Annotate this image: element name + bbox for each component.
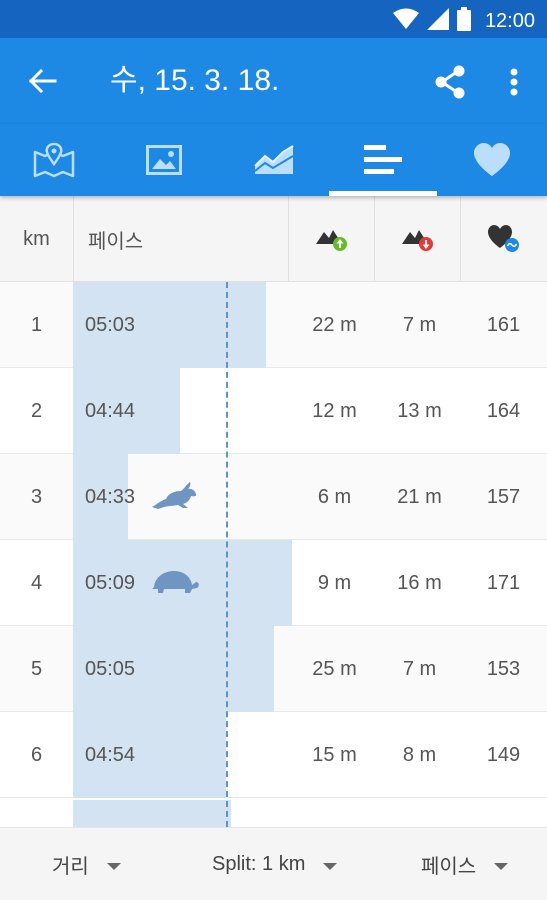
chevron-down-icon — [494, 863, 509, 870]
tab-heart-rate[interactable] — [438, 124, 546, 196]
cell-ascent: 6 m — [317, 485, 352, 508]
wifi-icon — [392, 8, 419, 35]
cell-descent: 8 m — [402, 743, 437, 766]
cell-km: 6 — [30, 743, 43, 766]
average-pace-line — [226, 282, 228, 827]
status-time: 12:00 — [484, 10, 535, 32]
tab-photos[interactable] — [110, 124, 218, 196]
cell-km: 1 — [30, 313, 43, 336]
cell-descent: 7 m — [402, 313, 437, 336]
cell-heart-rate: 149 — [486, 743, 521, 766]
cell-km: 4 — [30, 571, 43, 594]
cell-ascent: 22 m — [312, 313, 357, 336]
cell-pace: 04:44 — [85, 399, 136, 422]
share-button[interactable] — [428, 60, 472, 104]
table-row: 5 05:05 25 m 7 m 153 — [0, 626, 547, 712]
cell-heart-rate: 157 — [486, 485, 521, 508]
distance-dropdown-label: 거리 — [52, 856, 89, 878]
cell-descent: 7 m — [402, 657, 437, 680]
split-dropdown[interactable]: Split: 1 km — [212, 828, 338, 900]
cell-pace: 05:03 — [85, 313, 136, 336]
tab-map[interactable] — [0, 124, 108, 196]
cell-pace: 04:33 — [85, 485, 136, 508]
cell-descent: 16 m — [397, 571, 442, 594]
rabbit-icon — [152, 482, 197, 509]
header-descent — [374, 196, 461, 282]
cell-descent: 21 m — [397, 485, 442, 508]
header-heart-rate — [460, 196, 547, 282]
image-icon — [146, 145, 182, 175]
distance-dropdown[interactable]: 거리 — [52, 828, 121, 900]
table-row: 4 05:09 9 m 16 m 171 — [0, 540, 547, 626]
back-arrow-icon — [29, 69, 57, 93]
share-icon — [435, 65, 465, 99]
bottom-bar: 거리 Split: 1 km 페이스 — [0, 827, 547, 900]
cell-pace: 04:54 — [85, 743, 136, 766]
map-icon — [33, 142, 75, 178]
tab-bar — [0, 124, 547, 196]
table-row: 3 04:33 6 m 21 m 157 — [0, 454, 547, 540]
chevron-down-icon — [106, 863, 121, 870]
cell-heart-rate: 153 — [486, 657, 521, 680]
cell-ascent: 9 m — [317, 571, 352, 594]
cell-ascent: 25 m — [312, 657, 357, 680]
header-km: km — [23, 227, 50, 250]
status-bar: 12:00 — [0, 0, 547, 38]
table-row: 2 04:44 12 m 13 m 164 — [0, 368, 547, 454]
app-bar: 수, 15. 3. 18. — [0, 38, 547, 124]
header-pace: 페이스 — [73, 196, 288, 282]
bars-icon — [364, 145, 402, 174]
cell-km: 3 — [30, 485, 43, 508]
table-row: 6 04:54 15 m 8 m 149 — [0, 712, 547, 798]
back-button[interactable] — [24, 62, 62, 100]
chart-icon — [254, 145, 294, 174]
heart-icon — [474, 143, 510, 176]
battery-icon — [456, 7, 471, 36]
splits-table-body: 1 05:03 22 m 7 m 161 2 04:44 12 m 13 m 1… — [0, 282, 547, 827]
avg-heart-rate-icon — [488, 225, 519, 252]
cell-km: 2 — [30, 399, 43, 422]
cell-pace: 05:09 — [85, 571, 136, 594]
cell-pace: 05:05 — [85, 657, 136, 680]
tab-graph[interactable] — [220, 124, 328, 196]
cell-descent: 13 m — [397, 399, 442, 422]
chevron-down-icon — [323, 863, 338, 870]
cell-ascent: 15 m — [312, 743, 357, 766]
cell-heart-rate: 161 — [486, 313, 521, 336]
metric-dropdown[interactable]: 페이스 — [421, 828, 509, 900]
turtle-icon — [152, 571, 199, 593]
more-options-button[interactable] — [496, 60, 532, 104]
pace-bar-partial — [73, 800, 231, 827]
cell-ascent: 12 m — [312, 399, 357, 422]
metric-dropdown-label: 페이스 — [421, 856, 477, 878]
page-title: 수, 15. 3. 18. — [110, 64, 280, 97]
status-icons: 12:00 — [392, 7, 535, 36]
cell-km: 5 — [30, 657, 43, 680]
more-vert-icon — [510, 68, 518, 96]
elevation-gain-icon — [316, 230, 347, 251]
table-row: 1 05:03 22 m 7 m 161 — [0, 282, 547, 368]
splits-table-header: km 페이스 — [0, 196, 547, 282]
signal-icon — [426, 8, 449, 35]
cell-heart-rate: 171 — [486, 571, 521, 594]
header-ascent — [288, 196, 375, 282]
elevation-loss-icon — [402, 230, 433, 251]
cell-heart-rate: 164 — [486, 399, 521, 422]
tab-splits[interactable] — [329, 124, 437, 196]
split-dropdown-label: Split: 1 km — [212, 853, 306, 875]
